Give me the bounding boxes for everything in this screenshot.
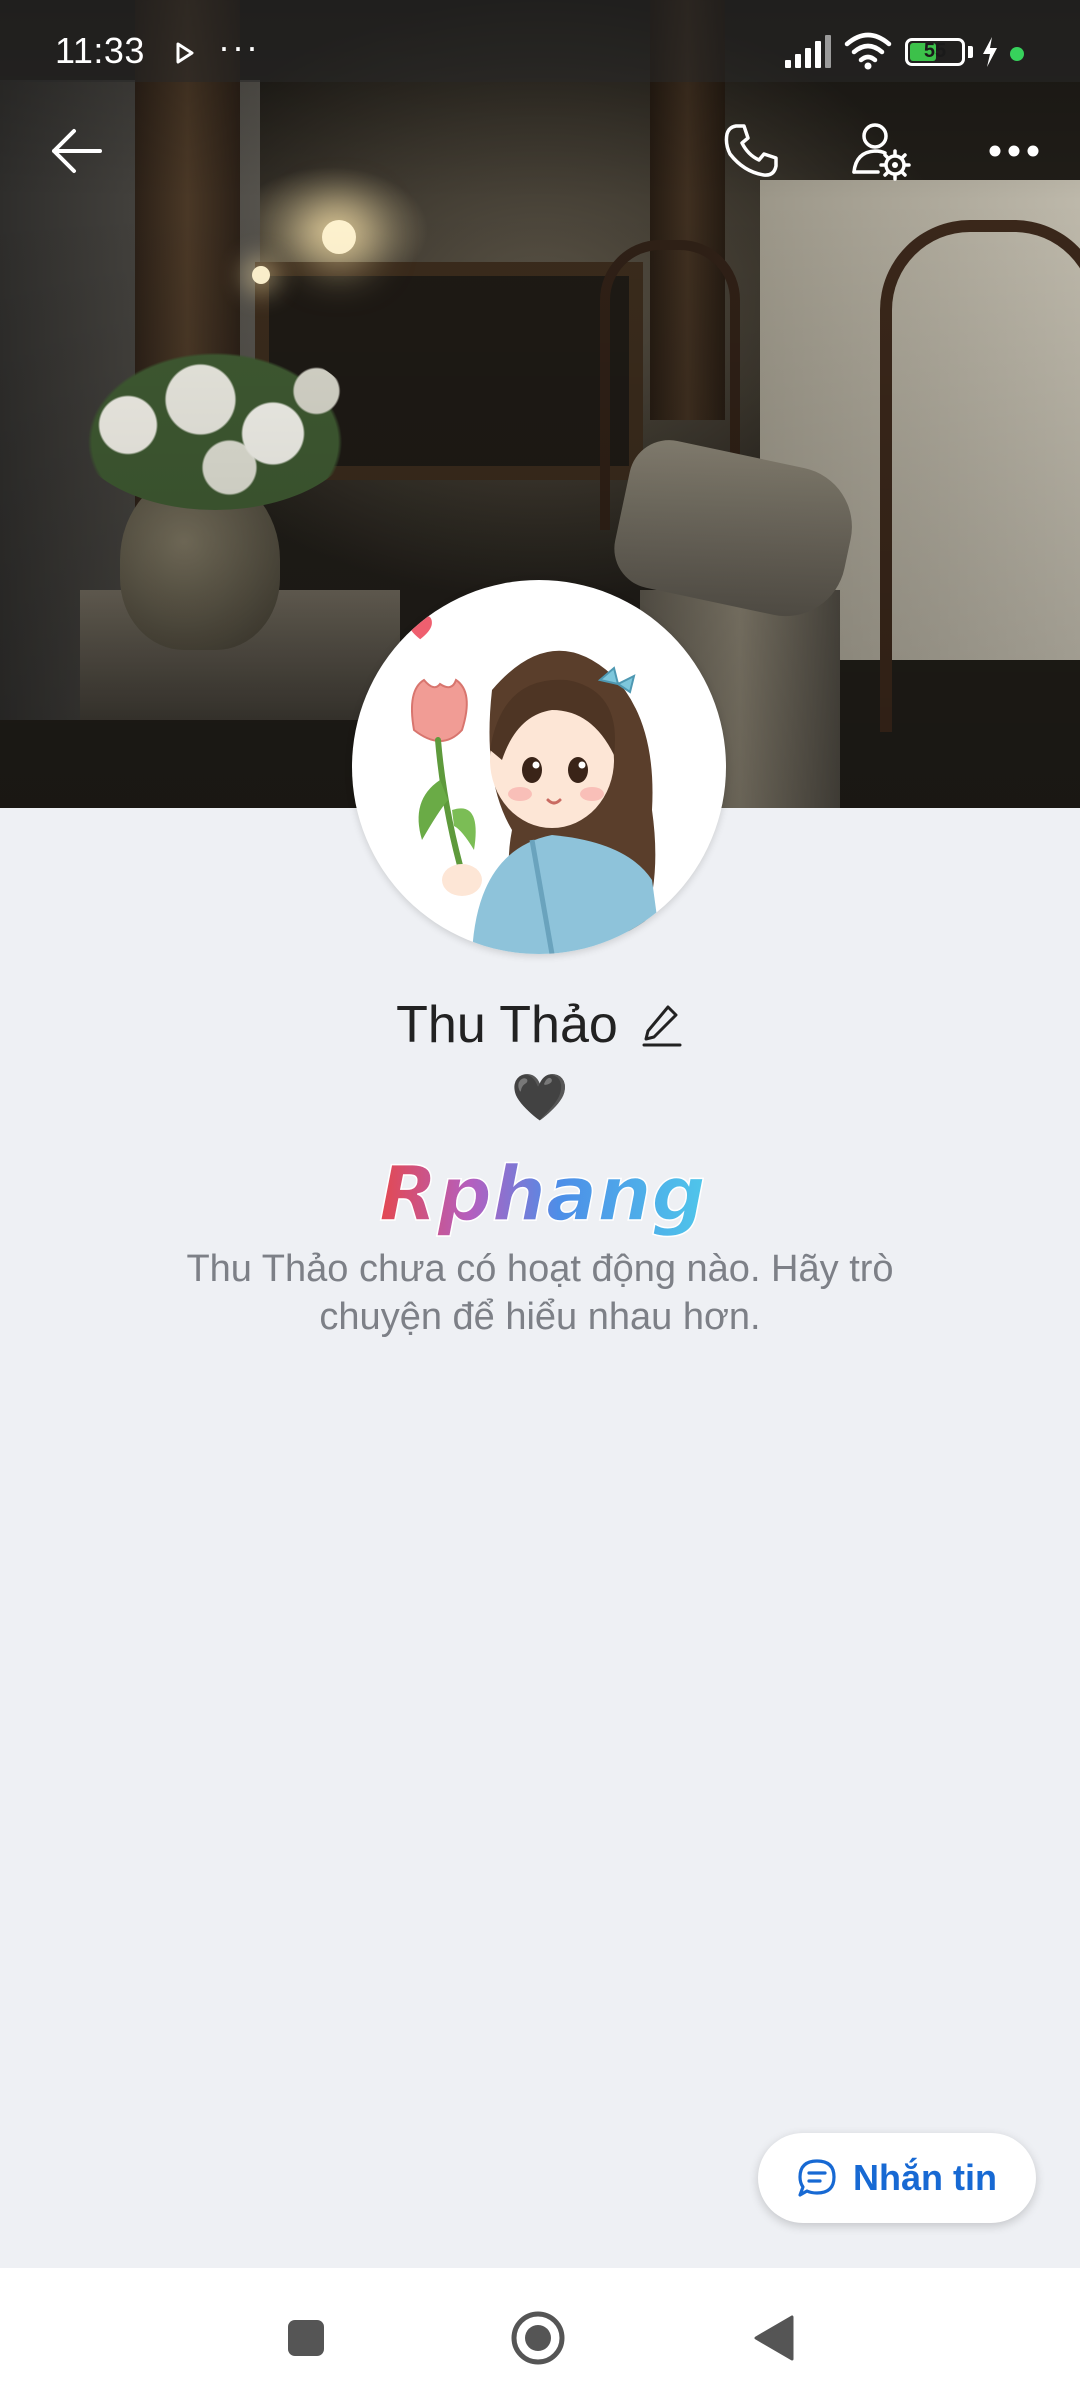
avatar[interactable] bbox=[352, 580, 726, 954]
profile-name: Thu Thảo bbox=[396, 996, 618, 1054]
system-back-button[interactable] bbox=[744, 2308, 804, 2368]
user-settings-icon bbox=[852, 123, 911, 181]
signal-icon bbox=[785, 35, 831, 68]
battery-indicator: 55 bbox=[905, 38, 965, 66]
watermark-logo: Rphang bbox=[0, 1148, 1080, 1245]
charging-bolt-icon bbox=[983, 37, 997, 67]
triangle-back-icon bbox=[754, 2315, 794, 2361]
chat-bubble-icon bbox=[798, 2159, 836, 2197]
status-emoji: 🖤 bbox=[511, 1071, 569, 1123]
profile-name-row: Thu Thảo bbox=[0, 995, 1080, 1055]
back-button[interactable] bbox=[40, 115, 112, 187]
home-button[interactable] bbox=[508, 2308, 568, 2368]
battery-nub bbox=[968, 46, 973, 58]
play-icon bbox=[176, 42, 194, 64]
edit-name-button[interactable] bbox=[640, 1003, 684, 1047]
arrow-left-icon bbox=[52, 129, 102, 173]
pencil-icon bbox=[642, 1005, 682, 1047]
more-horizontal-icon bbox=[989, 145, 1039, 157]
battery-level: 55 bbox=[923, 40, 947, 62]
wifi-icon bbox=[844, 32, 892, 70]
recents-button[interactable] bbox=[276, 2308, 336, 2368]
profile-settings-button[interactable] bbox=[845, 115, 917, 187]
call-button[interactable] bbox=[715, 115, 787, 187]
status-more: ··· bbox=[218, 26, 260, 67]
privacy-indicator-dot bbox=[1010, 47, 1024, 61]
more-options-button[interactable] bbox=[978, 115, 1050, 187]
empty-activity-message: Thu Thảo chưa có hoạt động nào. Hãy trò … bbox=[186, 1248, 894, 1338]
square-icon bbox=[288, 2320, 324, 2356]
message-button-label: Nhắn tin bbox=[853, 2157, 997, 2198]
status-bar: 11:33 ··· 55 bbox=[0, 0, 1080, 82]
phone-icon bbox=[724, 124, 778, 177]
watermark-graphic: Rphang bbox=[378, 1148, 706, 1239]
svg-text:Rphang: Rphang bbox=[379, 1150, 705, 1238]
status-time: 11:33 bbox=[55, 30, 145, 71]
circle-home-icon bbox=[511, 2311, 565, 2365]
message-button[interactable]: Nhắn tin bbox=[758, 2133, 1036, 2223]
system-nav-bar bbox=[0, 2268, 1080, 2400]
avatar-illustration bbox=[363, 591, 715, 954]
